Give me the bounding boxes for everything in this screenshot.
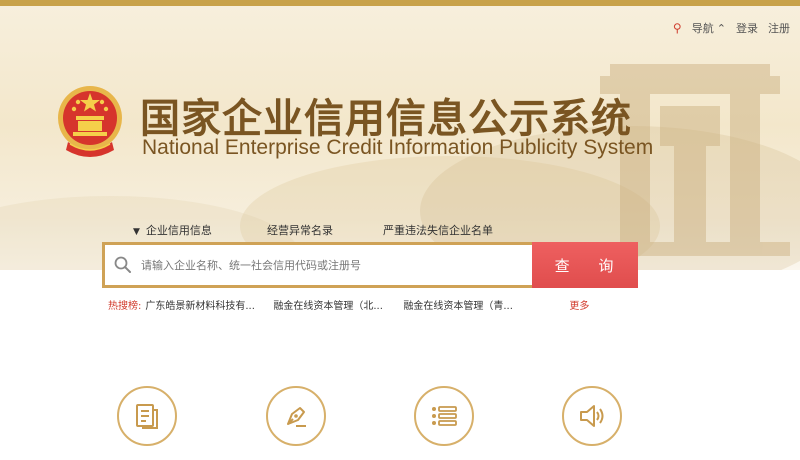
search-icon <box>114 256 131 273</box>
tab-enterprise-credit[interactable]: ▼ 企业信用信息 <box>133 222 267 238</box>
triangle-down-icon: ▼ <box>133 227 140 237</box>
more-link[interactable]: 更多 <box>569 297 589 312</box>
document-feature-button[interactable] <box>117 386 177 446</box>
hot-search-label: 热搜榜: <box>108 301 142 312</box>
search-button[interactable]: 查 询 <box>532 242 638 288</box>
speaker-feature-button[interactable] <box>562 386 622 446</box>
tab-label: 严重违法失信企业名单 <box>383 224 493 237</box>
feature-icons-row <box>0 386 800 456</box>
nav-label: 导航 <box>691 23 714 35</box>
national-emblem-logo <box>58 86 122 157</box>
tab-label: 经营异常名录 <box>267 224 333 237</box>
hot-search-item[interactable]: 融金在线资本管理（北... <box>273 297 403 312</box>
search-tabs: ▼ 企业信用信息 经营异常名录 严重违法失信企业名单 <box>133 222 493 238</box>
hot-search-bar: 热搜榜: 广东皓景新材料科技有... 融金在线资本管理（北... 融金在线资本管… <box>108 297 608 312</box>
hot-search-item[interactable]: 融金在线资本管理（青... <box>403 297 569 312</box>
utility-nav: ⚲ 导航 ⌃ 登录 注册 <box>673 20 790 36</box>
tab-abnormal-operation[interactable]: 经营异常名录 <box>267 222 383 238</box>
login-link[interactable]: 登录 <box>736 20 758 36</box>
search-input[interactable] <box>141 258 532 272</box>
chevron-up-icon: ⌃ <box>716 23 726 35</box>
hero-banner: ⚲ 导航 ⌃ 登录 注册 国家企业信用信息公示系统 National Enter… <box>0 6 800 270</box>
pen-feature-button[interactable] <box>266 386 326 446</box>
location-pin-icon: ⚲ <box>672 21 682 35</box>
search-bar: 查 询 <box>102 242 638 288</box>
nav-menu-link[interactable]: 导航 ⌃ <box>692 20 726 36</box>
hot-search-item[interactable]: 广东皓景新材料科技有... <box>145 297 273 312</box>
tab-serious-violation[interactable]: 严重违法失信企业名单 <box>383 222 493 238</box>
pen-icon <box>287 407 306 427</box>
register-link[interactable]: 注册 <box>768 20 790 36</box>
search-input-wrapper <box>105 245 532 285</box>
document-icon <box>136 404 158 429</box>
tab-label: 企业信用信息 <box>145 224 212 237</box>
list-icon <box>432 406 457 426</box>
site-title-en: National Enterprise Credit Information P… <box>142 136 654 159</box>
list-feature-button[interactable] <box>414 386 474 446</box>
speaker-icon <box>580 405 604 427</box>
